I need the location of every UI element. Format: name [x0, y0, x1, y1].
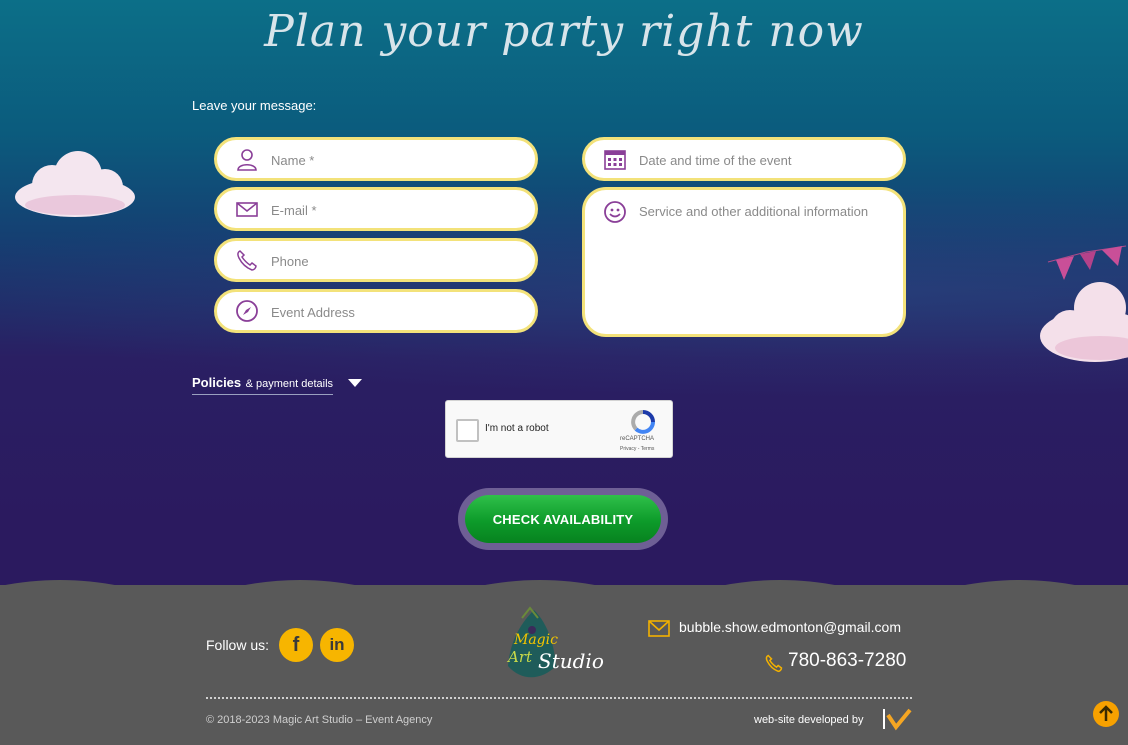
recaptcha-label: I'm not a robot	[485, 423, 549, 434]
policies-label: Policies	[192, 375, 242, 390]
phone-field[interactable]	[214, 238, 538, 282]
phone-icon	[237, 250, 257, 271]
cloud-right	[1040, 282, 1128, 362]
footer-divider	[206, 697, 912, 699]
developer-credit: web-site developed by	[754, 714, 864, 726]
chevron-down-icon[interactable]	[348, 379, 362, 387]
linkedin-icon[interactable]: in	[320, 628, 354, 662]
logo-text-studio: Studio	[538, 649, 604, 673]
recaptcha-logo-icon	[631, 410, 655, 434]
envelope-icon	[236, 202, 258, 217]
sky-glow	[0, 180, 1128, 400]
page: Plan your party right now Leave your mes…	[0, 0, 1128, 745]
event-address-input[interactable]	[269, 302, 513, 322]
page-title: Plan your party right now	[264, 6, 864, 57]
name-field[interactable]	[214, 137, 538, 181]
name-input[interactable]	[269, 150, 513, 170]
envelope-icon	[648, 620, 670, 637]
phone-text: 780-863-7280	[788, 650, 907, 671]
phone-icon	[765, 654, 783, 673]
copyright-text: © 2018-2023 Magic Art Studio – Event Age…	[206, 714, 433, 726]
form-intro-label: Leave your message:	[192, 98, 317, 113]
smiley-icon	[604, 201, 626, 223]
additional-info-textarea[interactable]	[637, 202, 896, 326]
recaptcha-brand: reCAPTCHA	[620, 436, 655, 442]
recaptcha-widget: I'm not a robot reCAPTCHA Privacy - Term…	[445, 400, 673, 458]
email-text: bubble.show.edmonton@gmail.com	[679, 619, 902, 635]
event-date-input[interactable]	[637, 150, 881, 170]
compass-icon	[236, 300, 258, 322]
event-date-field[interactable]	[582, 137, 906, 181]
check-availability-button[interactable]: CHECK AVAILABILITY	[465, 495, 661, 543]
email-input[interactable]	[269, 200, 513, 220]
recaptcha-links[interactable]: Privacy - Terms	[620, 446, 654, 452]
follow-us-label: Follow us:	[206, 637, 270, 653]
scroll-to-top-button[interactable]	[1093, 701, 1119, 727]
cloud-left	[15, 151, 135, 217]
pennant-flags	[1047, 245, 1127, 280]
email-field[interactable]	[214, 187, 538, 231]
facebook-icon[interactable]: f	[279, 628, 313, 662]
user-icon	[237, 149, 257, 171]
magic-art-studio-logo[interactable]: Magic Art Studio	[498, 604, 618, 684]
event-address-field[interactable]	[214, 289, 538, 333]
policies-sub-label: & payment details	[245, 378, 334, 390]
arrow-up-icon	[1099, 705, 1113, 721]
logo-text-magic: Magic	[513, 632, 558, 648]
developer-logo[interactable]	[882, 707, 912, 731]
calendar-icon	[604, 150, 626, 170]
phone-input[interactable]	[269, 251, 513, 271]
policies-toggle[interactable]: Policies & payment details	[192, 374, 334, 395]
recaptcha-checkbox[interactable]	[456, 419, 479, 442]
logo-text-art: Art	[506, 648, 533, 666]
additional-info-field[interactable]	[582, 187, 906, 337]
